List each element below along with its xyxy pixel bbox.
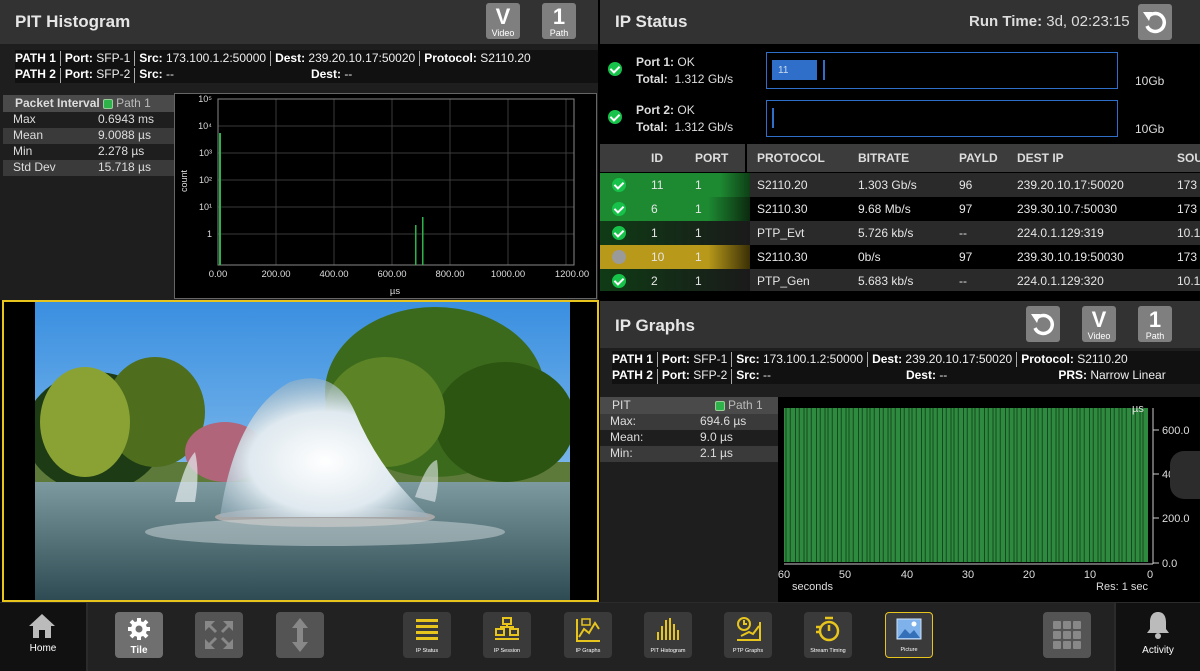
svg-text:600.00: 600.00 <box>377 269 406 280</box>
svg-text:400.00: 400.00 <box>319 269 348 280</box>
ok-icon <box>612 202 626 216</box>
graph-scroll-handle[interactable] <box>1170 451 1200 499</box>
ip-status-panel: IP Status Run Time: 3d, 02:23:15 Port 1:… <box>600 0 1200 300</box>
svg-text:µs: µs <box>1132 403 1144 415</box>
ip-graphs-panel: IP Graphs V Video 1 Path PATH 1 Port: SFP-1… <box>600 301 1200 602</box>
video-button[interactable]: V Video <box>1082 306 1116 342</box>
port1-scale: 10Gb <box>1135 74 1165 88</box>
svg-text:count: count <box>179 169 189 192</box>
svg-text:seconds: seconds <box>792 581 833 593</box>
packet-interval-stats: Packet Interval Path 1 Max 0.6943 ms Mean… <box>3 95 175 176</box>
home-icon <box>29 614 55 638</box>
svg-text:1200.00: 1200.00 <box>555 269 589 280</box>
path-button[interactable]: 1 Path <box>542 3 576 39</box>
svg-text:600.0: 600.0 <box>1162 425 1190 437</box>
table-row[interactable]: 10 1 S2110.30 0b/s 97 239.30.10.19:50030 173 <box>600 245 1200 269</box>
app-ip-graphs[interactable]: IP Graphs <box>564 612 612 658</box>
table-row[interactable]: 61 S2110.30 9.68 Mb/s 97 239.30.10.7:50030… <box>600 197 1200 221</box>
ptp-graphs-icon <box>737 617 761 641</box>
pit-stats: PIT Path 1 Max: 694.6 µs Mean: 9.0 µs Min: 2… <box>600 397 778 462</box>
svg-text:0.0: 0.0 <box>1162 558 1177 570</box>
svg-text:10⁴: 10⁴ <box>198 121 212 131</box>
table-row[interactable]: 11 PTP_Evt 5.726 kb/s -- 224.0.1.129:319 10… <box>600 221 1200 245</box>
svg-text:10: 10 <box>1084 569 1096 581</box>
app-stream-timing[interactable]: Stream Timing <box>804 612 852 658</box>
port2-status: Port 2: OK Total: 1.312 Gb/s <box>608 101 748 137</box>
svg-text:30: 30 <box>962 569 974 581</box>
ip-graphs-icon <box>576 618 600 642</box>
svg-text:10⁵: 10⁵ <box>198 94 212 104</box>
stopwatch-icon <box>816 616 840 642</box>
app-ptp-graphs[interactable]: PTP Graphs <box>724 612 772 658</box>
svg-text:200.0: 200.0 <box>1162 513 1190 525</box>
port1-status: Port 1: OK Total: 1.312 Gb/s <box>608 53 748 89</box>
svg-text:800.00: 800.00 <box>435 269 464 280</box>
svg-text:60: 60 <box>778 569 790 581</box>
ok-icon <box>612 178 626 192</box>
svg-text:0.00: 0.00 <box>209 269 228 280</box>
up-down-button[interactable] <box>276 612 324 658</box>
pit-histogram-panel: PIT Histogram V Video 1 Path PATH 1 Port: S… <box>0 0 598 300</box>
app-pit-histogram[interactable]: PIT Histogram <box>644 612 692 658</box>
svg-text:1000.00: 1000.00 <box>491 269 525 280</box>
expand-icon <box>205 621 233 649</box>
picture-icon <box>896 618 922 640</box>
fullscreen-button[interactable] <box>195 612 243 658</box>
hist-bar <box>415 225 417 265</box>
activity-button[interactable]: Activity <box>1116 603 1200 671</box>
ok-icon <box>612 226 626 240</box>
histogram-chart: 10⁵ 10⁴ 10³ 10² 10¹ 1 count 0.00 200.00 … <box>174 93 597 299</box>
svg-text:50: 50 <box>839 569 851 581</box>
pit-graph-chart: µs 600.0 400.0 200.0 0.0 60 50 40 30 20 … <box>778 397 1200 602</box>
reset-icon <box>1143 11 1166 34</box>
port2-scale: 10Gb <box>1135 122 1165 136</box>
svg-text:1: 1 <box>207 229 212 239</box>
hist-bar <box>422 217 424 265</box>
svg-text:20: 20 <box>1023 569 1035 581</box>
svg-text:200.00: 200.00 <box>261 269 290 280</box>
reset-button[interactable] <box>1138 4 1172 40</box>
app-grid-button[interactable] <box>1043 612 1091 658</box>
fountain-picture <box>35 302 570 600</box>
ok-icon <box>612 274 626 288</box>
svg-text:40: 40 <box>901 569 913 581</box>
bell-icon <box>1147 612 1169 639</box>
reset-button[interactable] <box>1026 306 1060 342</box>
path-info: PATH 1 Port: SFP-1 Src: 173.100.1.2:50000 D… <box>612 351 1200 384</box>
run-time: Run Time: 3d, 02:23:15 <box>969 13 1130 30</box>
app-ip-session[interactable]: IP Session <box>483 612 531 658</box>
inactive-icon <box>612 250 626 264</box>
svg-text:10³: 10³ <box>199 148 212 158</box>
ip-status-icon <box>416 619 438 640</box>
svg-text:µs: µs <box>390 286 400 297</box>
path-button[interactable]: 1 Path <box>1138 306 1172 342</box>
table-row[interactable]: 11 1 S2110.20 1.303 Gb/s 96 239.20.10.17:50… <box>600 173 1200 197</box>
ip-session-icon <box>495 617 519 640</box>
home-button[interactable]: Home <box>0 603 86 671</box>
svg-text:0: 0 <box>1147 569 1153 581</box>
up-down-arrow-icon <box>292 618 308 652</box>
table-row[interactable]: 21 PTP_Gen 5.683 kb/s -- 224.0.1.129:320 10… <box>600 269 1200 291</box>
gear-icon <box>128 618 150 640</box>
port2-bandwidth-bar <box>766 100 1118 137</box>
streams-table-header: ID PORT PROTOCOL BITRATE PAYLD DEST IP S… <box>600 144 1200 172</box>
ok-icon <box>608 62 622 76</box>
legend-swatch <box>103 98 114 109</box>
port1-bandwidth-bar: 11 <box>766 52 1118 89</box>
picture-panel[interactable] <box>2 300 599 602</box>
svg-text:10¹: 10¹ <box>199 202 212 212</box>
hist-bar <box>219 133 221 265</box>
app-picture[interactable]: Picture <box>885 612 933 658</box>
svg-text:Res: 1 sec: Res: 1 sec <box>1096 581 1148 593</box>
path-info: PATH 1 Port: SFP-1 Src: 173.100.1.2:50000 D… <box>15 50 598 83</box>
ok-icon <box>608 110 622 124</box>
svg-text:10²: 10² <box>199 175 212 185</box>
app-ip-status[interactable]: IP Status <box>403 612 451 658</box>
video-button[interactable]: V Video <box>486 3 520 39</box>
tile-button[interactable]: Tile <box>115 612 163 658</box>
histogram-icon <box>657 618 679 640</box>
reset-icon <box>1031 313 1054 336</box>
legend-swatch <box>715 400 725 411</box>
grid-icon <box>1053 621 1081 649</box>
